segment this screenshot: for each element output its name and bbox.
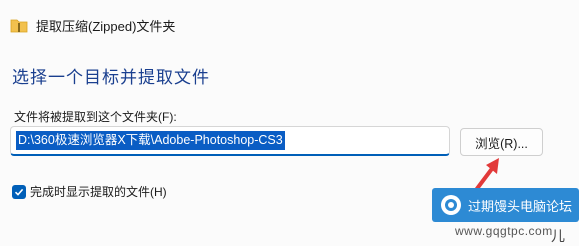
show-files-label: 完成时显示提取的文件(H) xyxy=(30,185,167,199)
path-selected-text: D:\360极速浏览器X下载\Adobe-Photoshop-CS3 xyxy=(16,131,285,150)
page-heading: 选择一个目标并提取文件 xyxy=(12,68,210,87)
destination-label: 文件将被提取到这个文件夹(F): xyxy=(14,110,177,124)
window-title: 提取压缩(Zipped)文件夹 xyxy=(36,18,176,34)
checkmark-icon xyxy=(14,188,24,196)
watermark-badge: 过期馒头电脑论坛 xyxy=(432,188,579,222)
title-bar: 提取压缩(Zipped)文件夹 xyxy=(10,14,175,36)
watermark-url: www.gqgtpc.com xyxy=(455,224,553,238)
show-files-option[interactable]: 完成时显示提取的文件(H) xyxy=(12,183,167,200)
watermark-extra-glyph: 儿 xyxy=(551,228,565,244)
folder-zip-icon xyxy=(10,18,28,33)
destination-path-input[interactable]: D:\360极速浏览器X下载\Adobe-Photoshop-CS3 xyxy=(10,126,450,156)
watermark-text: 过期馒头电脑论坛 xyxy=(468,198,573,214)
show-files-checkbox[interactable] xyxy=(12,184,26,199)
watermark-logo-icon xyxy=(441,195,461,215)
browse-button[interactable]: 浏览(R)... xyxy=(460,128,543,156)
